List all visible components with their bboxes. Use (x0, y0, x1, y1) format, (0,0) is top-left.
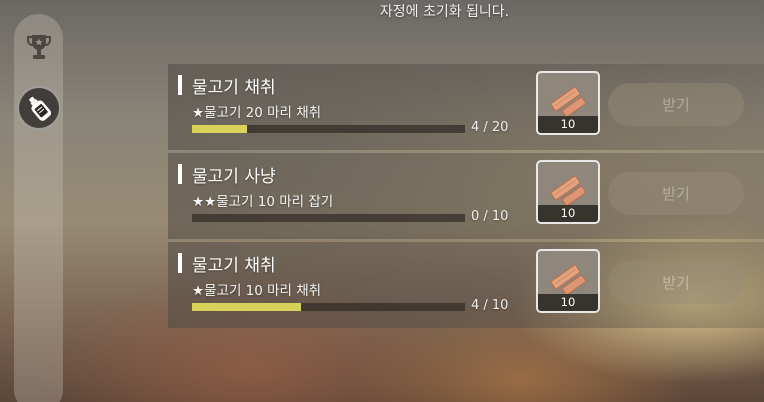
title-accent-bar (178, 164, 182, 184)
reward-slot[interactable]: 10 (536, 249, 600, 313)
reward-slot[interactable]: 10 (536, 160, 600, 224)
reset-notice: 자정에 초기화 됩니다. (379, 4, 510, 20)
progress-bar (192, 125, 465, 133)
mission-title: 물고기 채취 (192, 256, 276, 276)
mission-row: 물고기 사냥 ★★물고기 10 마리 잡기 0 / 10 10 받기 (168, 153, 764, 239)
claim-button[interactable]: 받기 (608, 172, 744, 215)
mission-row: 물고기 채취 ★물고기 10 마리 채취 4 / 10 10 받기 (168, 242, 764, 328)
progress-count: 4 / 10 (471, 298, 509, 313)
mission-description: ★물고기 20 마리 채취 (192, 105, 322, 121)
title-accent-bar (178, 75, 182, 95)
mission-title: 물고기 사냥 (192, 167, 276, 187)
title-accent-bar (178, 253, 182, 273)
claim-button[interactable]: 받기 (608, 83, 744, 126)
message-bottle-icon[interactable] (17, 86, 61, 130)
progress-bar (192, 303, 465, 311)
reward-quantity: 10 (538, 116, 598, 133)
mission-description: ★★물고기 10 마리 잡기 (192, 194, 334, 210)
progress-fill (192, 125, 247, 133)
trophy-icon[interactable] (17, 25, 61, 69)
progress-count: 0 / 10 (471, 209, 509, 224)
progress-count: 4 / 20 (471, 120, 509, 135)
reward-slot[interactable]: 10 (536, 71, 600, 135)
progress-bar (192, 214, 465, 222)
claim-button[interactable]: 받기 (608, 261, 744, 304)
mission-title: 물고기 채취 (192, 78, 276, 98)
mission-description: ★물고기 10 마리 채취 (192, 283, 322, 299)
mission-row: 물고기 채취 ★물고기 20 마리 채취 4 / 20 10 받기 (168, 64, 764, 150)
progress-fill (192, 303, 302, 311)
reward-quantity: 10 (538, 205, 598, 222)
side-menu (14, 14, 63, 402)
reward-quantity: 10 (538, 294, 598, 311)
